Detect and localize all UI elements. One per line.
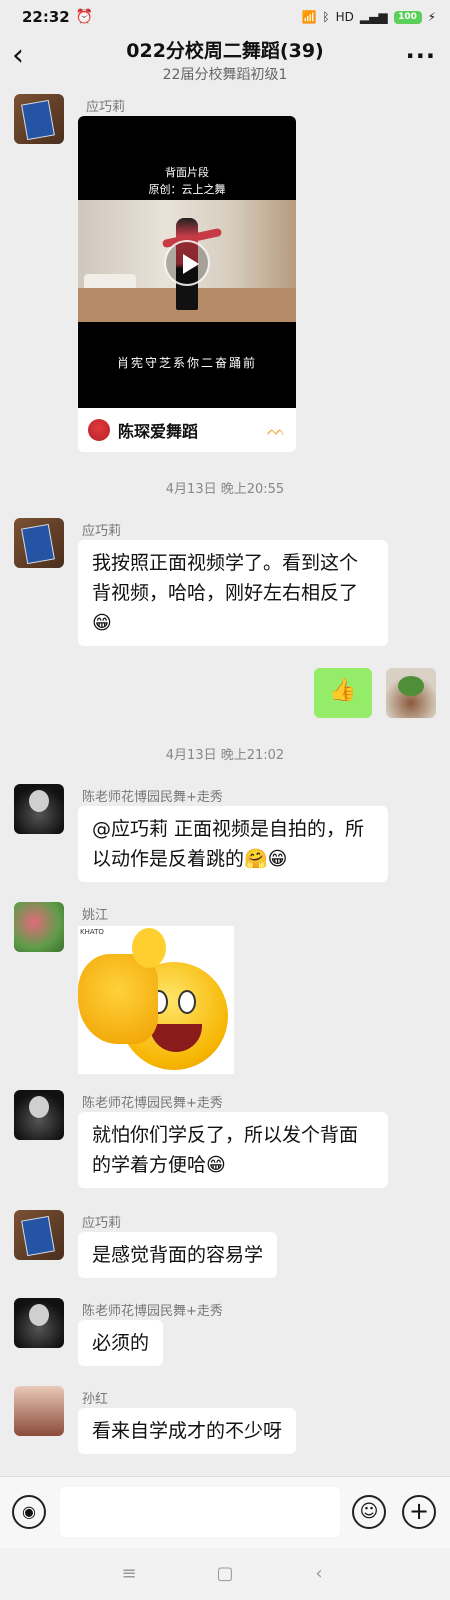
status-time: 22:32 bbox=[22, 8, 70, 26]
back-icon[interactable]: ‹ bbox=[304, 1562, 334, 1586]
message-bubble[interactable]: 我按照正面视频学了。看到这个背视频，哈哈，刚好左右相反了 😁 bbox=[78, 540, 388, 646]
message-text: 必须的 bbox=[92, 1332, 150, 1354]
video-channel: 陈琛爱舞蹈 ᨓ bbox=[78, 408, 296, 452]
sender-name: 陈老师花博园民舞+走秀 bbox=[82, 1304, 223, 1319]
message-bubble[interactable]: 是感觉背面的容易学 bbox=[78, 1232, 278, 1278]
bluetooth-icon: ᛒ bbox=[322, 10, 330, 24]
sender-name: 陈老师花博园民舞+走秀 bbox=[82, 790, 223, 805]
message-bubble[interactable]: @应巧莉 正面视频是自拍的，所以动作是反着跳的🤗😁 bbox=[78, 806, 388, 882]
more-options-icon[interactable]: ··· bbox=[406, 42, 436, 70]
message-text: @应巧莉 正面视频是自拍的，所以动作是反着跳的 bbox=[92, 818, 365, 870]
sender-name: 陈老师花博园民舞+走秀 bbox=[82, 1096, 223, 1111]
charging-icon: ⚡ bbox=[427, 10, 436, 24]
my-message-bubble[interactable]: 👍 bbox=[314, 668, 372, 718]
sender-name: 应巧莉 bbox=[82, 1216, 122, 1231]
message-input[interactable] bbox=[60, 1487, 340, 1537]
chat-header: ‹ 022分校周二舞蹈(39) 22届分校舞蹈初级1 ··· bbox=[0, 34, 450, 90]
sender-name: 应巧莉 bbox=[86, 100, 126, 115]
status-bar: 22:32 ⏰ 📶 ᛒ HD ▂▄▆ 100 ⚡ bbox=[0, 0, 450, 34]
more-plus-icon[interactable]: + bbox=[402, 1495, 436, 1529]
chat-subtitle: 22届分校舞蹈初级1 bbox=[162, 67, 288, 83]
sticker-label: KHATO bbox=[80, 928, 104, 936]
battery-icon: 100 bbox=[393, 10, 422, 24]
my-avatar[interactable] bbox=[386, 668, 436, 718]
status-icons: 📶 ᛒ HD ▂▄▆ 100 ⚡ bbox=[301, 10, 436, 24]
timestamp: 4月13日 晚上21:02 bbox=[165, 748, 285, 763]
chat-title: 022分校周二舞蹈(39) bbox=[126, 40, 324, 62]
avatar[interactable] bbox=[14, 1386, 64, 1436]
voice-input-icon[interactable]: ◉ bbox=[12, 1495, 46, 1529]
channel-avatar bbox=[88, 419, 110, 441]
sender-name: 应巧莉 bbox=[82, 524, 122, 539]
message-text: 我按照正面视频学了。看到这个背视频，哈哈，刚好左右相反了 bbox=[92, 552, 359, 604]
message-text: 是感觉背面的容易学 bbox=[92, 1244, 264, 1266]
wifi-icon: 📶 bbox=[301, 10, 317, 24]
alarm-icon: ⏰ bbox=[75, 9, 94, 25]
message-bubble[interactable]: 必须的 bbox=[78, 1320, 164, 1366]
video-card[interactable]: 背面片段 原创：云上之舞 肖宪守芝系你二奋踊前 陈琛爱舞蹈 ᨓ bbox=[78, 116, 296, 452]
avatar[interactable] bbox=[14, 1090, 64, 1140]
emoji-picker-icon[interactable]: ☺ bbox=[352, 1495, 386, 1529]
input-bar: ◉ ☺ + bbox=[0, 1476, 450, 1548]
grin-emoji-icon: 😁 bbox=[206, 1154, 226, 1176]
message-text: 看来自学成才的不少呀 bbox=[92, 1420, 283, 1442]
avatar[interactable] bbox=[14, 518, 64, 568]
thumbs-up-icon: 👍 bbox=[329, 678, 357, 703]
menu-icon[interactable]: ≡ bbox=[114, 1562, 144, 1586]
avatar[interactable] bbox=[14, 1298, 64, 1348]
system-nav-bar: ≡ ▢ ‹ bbox=[0, 1548, 450, 1600]
avatar[interactable] bbox=[14, 784, 64, 834]
sender-name: 姚江 bbox=[82, 908, 109, 923]
video-thumbnail: 背面片段 原创：云上之舞 肖宪守芝系你二奋踊前 bbox=[78, 116, 296, 408]
thumbs-up-sticker[interactable]: KHATO bbox=[78, 926, 234, 1074]
video-caption-bottom: 肖宪守芝系你二奋踊前 bbox=[116, 356, 257, 370]
back-arrow-icon[interactable]: ‹ bbox=[12, 41, 40, 72]
signal-icon: ▂▄▆ bbox=[359, 10, 388, 24]
avatar[interactable] bbox=[14, 1210, 64, 1260]
video-caption-title: 背面片段 bbox=[165, 166, 209, 179]
timestamp: 4月13日 晚上20:55 bbox=[165, 482, 285, 497]
message-bubble[interactable]: 就怕你们学反了，所以发个背面的学着方便哈😁 bbox=[78, 1112, 388, 1188]
channel-name: 陈琛爱舞蹈 bbox=[118, 422, 199, 441]
emoji-icon: 🤗😁 bbox=[244, 848, 288, 870]
video-caption-sub: 原创：云上之舞 bbox=[148, 183, 226, 196]
avatar[interactable] bbox=[14, 94, 64, 144]
network-label: HD bbox=[335, 10, 354, 24]
avatar[interactable] bbox=[14, 902, 64, 952]
home-icon[interactable]: ▢ bbox=[210, 1562, 240, 1586]
play-icon[interactable] bbox=[164, 240, 210, 286]
grin-emoji-icon: 😁 bbox=[92, 612, 112, 634]
message-bubble[interactable]: 看来自学成才的不少呀 bbox=[78, 1408, 297, 1454]
channels-logo-icon: ᨓ bbox=[266, 420, 286, 439]
sender-name: 孙红 bbox=[82, 1392, 109, 1407]
